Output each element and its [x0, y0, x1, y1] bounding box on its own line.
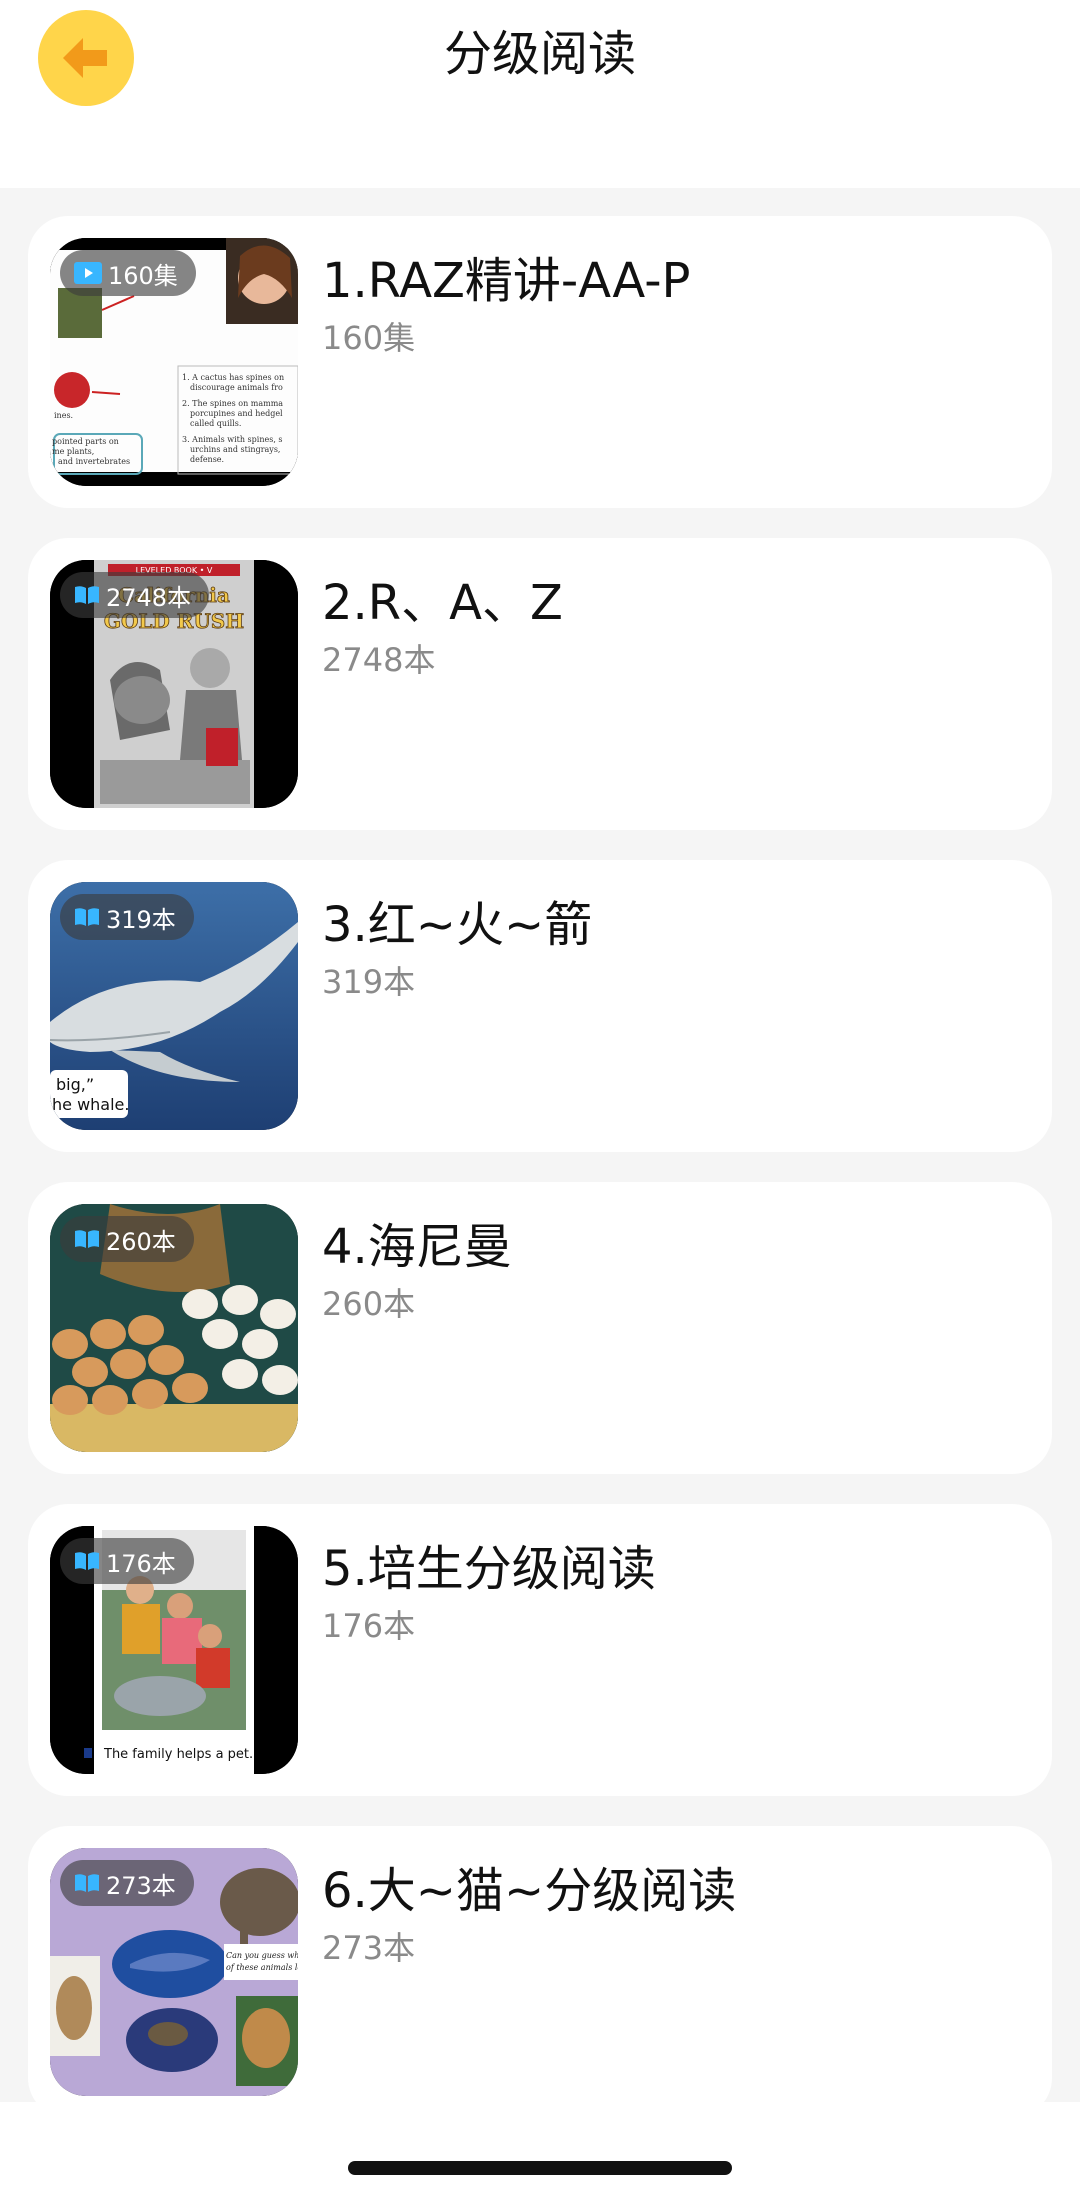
thumb-text: defense. — [190, 455, 224, 464]
thumb-text: 2. The spines on mamma — [182, 399, 283, 408]
thumbnail-big-cat: Can you guess what the ances of these an… — [50, 1848, 298, 2096]
thumb-text: discourage animals fro — [190, 383, 283, 392]
thumb-text: 3. Animals with spines, s — [182, 435, 283, 444]
page-title: 分级阅读 — [443, 26, 636, 82]
thumbnail-pearson: The family helps a pet. 176本 — [50, 1526, 298, 1774]
thumb-text: and invertebrates — [58, 457, 130, 466]
badge-count: 273本 — [106, 1871, 176, 1900]
list-item-pearson[interactable]: The family helps a pet. 176本 5.培生分级阅读 17… — [28, 1504, 1052, 1796]
item-count: 2748本 — [322, 641, 436, 679]
list-item-heinemann[interactable]: 260本 4.海尼曼 260本 — [28, 1182, 1052, 1474]
item-count: 260本 — [322, 1285, 416, 1323]
count-badge: 176本 — [60, 1538, 194, 1584]
badge-count: 260本 — [106, 1227, 176, 1256]
book-icon — [74, 1229, 100, 1249]
item-title: 1.RAZ精讲-AA-P — [322, 253, 691, 309]
book-icon — [74, 585, 100, 605]
badge-count: 160集 — [108, 261, 178, 290]
thumbnail-red-rocket: big,” he whale. 319本 — [50, 882, 298, 1130]
count-badge: 2748本 — [60, 572, 210, 618]
thumb-text: he whale. — [52, 1095, 129, 1114]
thumb-text: pointed parts on — [52, 437, 119, 446]
book-icon — [74, 1551, 100, 1571]
thumb-text: called quills. — [190, 419, 241, 428]
badge-count: 319本 — [106, 905, 176, 934]
count-badge: 160集 — [60, 250, 196, 296]
thumb-text: 1. A cactus has spines on — [182, 373, 284, 382]
item-title: 3.红~火~箭 — [322, 897, 593, 953]
item-count: 319本 — [322, 963, 416, 1001]
count-badge: 273本 — [60, 1860, 194, 1906]
thumb-text: ines. — [54, 411, 73, 420]
item-title: 6.大~猫~分级阅读 — [322, 1863, 737, 1919]
badge-count: 176本 — [106, 1549, 176, 1578]
item-count: 176本 — [322, 1607, 416, 1645]
item-title: 4.海尼曼 — [322, 1219, 512, 1275]
bottom-safe-area — [0, 2102, 1080, 2195]
item-count: 273本 — [322, 1929, 416, 1967]
list-item-red-rocket[interactable]: big,” he whale. 319本 3.红~火~箭 319本 — [28, 860, 1052, 1152]
thumb-text: me plants, — [52, 447, 94, 456]
video-icon — [74, 262, 102, 284]
item-title: 5.培生分级阅读 — [322, 1541, 656, 1597]
badge-count: 2748本 — [106, 583, 192, 612]
thumb-text: big,” — [56, 1075, 94, 1094]
thumbnail-raz: LEVELED BOOK • V California GOLD RUSH 27… — [50, 560, 298, 808]
count-badge: 260本 — [60, 1216, 194, 1262]
home-indicator[interactable] — [348, 2161, 732, 2175]
thumb-text: Can you guess what the ances — [226, 1951, 298, 1960]
count-badge: 319本 — [60, 894, 194, 940]
thumb-text: urchins and stingrays, — [190, 445, 280, 454]
list-item-raz[interactable]: LEVELED BOOK • V California GOLD RUSH 27… — [28, 538, 1052, 830]
item-count: 160集 — [322, 319, 416, 357]
thumb-text: The family helps a pet. — [103, 1747, 253, 1762]
item-title: 2.R、A、Z — [322, 575, 563, 631]
list-item-big-cat[interactable]: Can you guess what the ances of these an… — [28, 1826, 1052, 2118]
thumb-text: porcupines and hedgel — [190, 409, 283, 418]
thumb-text: of these animals looked like? — [226, 1963, 298, 1972]
reading-list: 1. A cactus has spines on discourage ani… — [28, 216, 1052, 2148]
header-bar: 分级阅读 — [0, 0, 1080, 188]
list-item-raz-lecture[interactable]: 1. A cactus has spines on discourage ani… — [28, 216, 1052, 508]
book-icon — [74, 1873, 100, 1893]
book-icon — [74, 907, 100, 927]
thumbnail-heinemann: 260本 — [50, 1204, 298, 1452]
thumbnail-raz-lecture: 1. A cactus has spines on discourage ani… — [50, 238, 298, 486]
